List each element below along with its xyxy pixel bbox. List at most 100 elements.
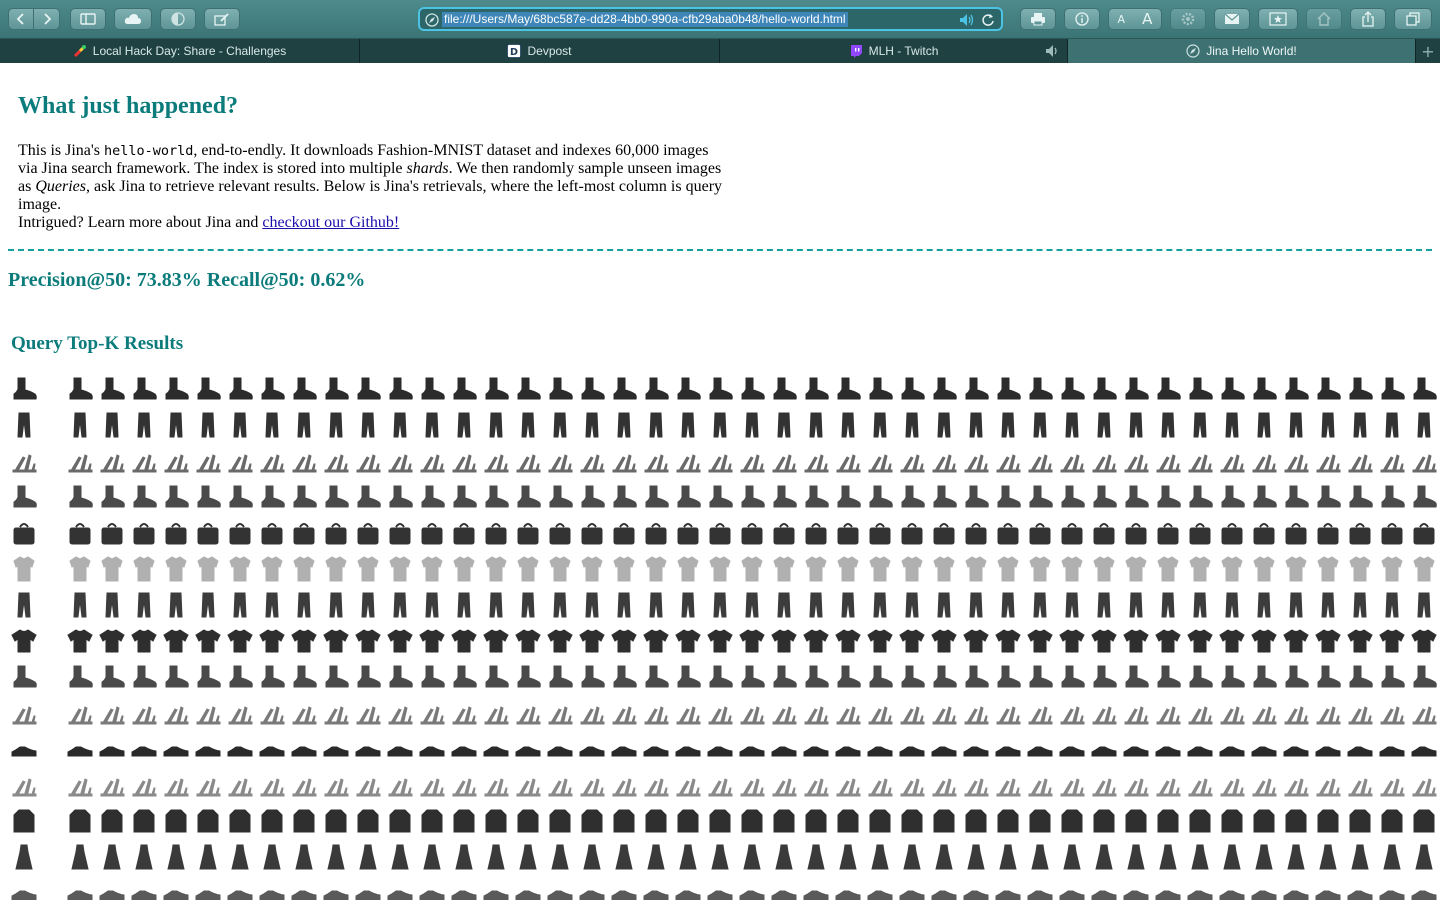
result-image [581,809,603,833]
result-image [1123,746,1149,757]
result-image [1353,592,1367,618]
url-text[interactable]: file:///Users/May/68bc587e-dd28-4bb0-990… [442,12,848,27]
result-image [551,844,569,870]
result-image [935,844,953,870]
mail-button[interactable] [1214,8,1250,30]
result-image [1001,412,1015,438]
result-image [580,706,605,725]
font-larger-label[interactable]: A [1142,10,1152,28]
result-image [645,556,667,582]
tab-local-hack-day[interactable]: Local Hack Day: Share - Challenges [0,39,360,63]
result-image [581,556,603,582]
speaker-icon[interactable] [959,13,975,27]
result-image [165,485,189,508]
result-image [1059,746,1085,757]
share-button[interactable] [1350,8,1386,30]
result-image [996,454,1021,473]
result-image [1284,454,1309,473]
result-image [997,377,1021,400]
result-image [1380,454,1405,473]
result-image [677,809,699,833]
result-image [1316,454,1341,473]
query-image [13,556,35,582]
address-bar[interactable]: file:///Users/May/68bc587e-dd28-4bb0-990… [418,7,1003,31]
result-image [1315,890,1341,900]
result-image [293,377,317,400]
sidebar-button[interactable] [70,8,106,30]
result-image [869,485,893,508]
bookmarks-button[interactable] [1258,8,1298,30]
result-image [69,665,93,688]
result-image [1252,706,1277,725]
font-smaller-label[interactable]: A [1118,13,1126,26]
icloud-tabs-button[interactable] [114,8,152,30]
tab-jina-hello-world[interactable]: Jina Hello World! [1068,39,1416,63]
result-image [227,890,253,900]
results-row [0,555,1440,585]
compose-button[interactable] [204,8,240,30]
result-image [677,556,699,582]
home-icon [1317,12,1331,26]
result-image [68,706,93,725]
result-image [1315,746,1341,757]
result-image [1347,629,1373,653]
page-info-button[interactable] [1064,8,1100,30]
reload-icon[interactable] [981,13,995,27]
result-image [1285,523,1307,545]
result-image [325,485,349,508]
result-image [451,629,477,653]
query-image [13,523,35,545]
result-image [871,844,889,870]
result-image [329,592,343,618]
result-image [841,592,855,618]
result-image [1124,706,1149,725]
result-image [1189,665,1213,688]
result-image [995,629,1021,653]
tab-devpost[interactable]: D Devpost [360,39,720,63]
font-size-button[interactable]: A A [1108,8,1162,30]
result-image [1411,890,1437,900]
tab-overview-button[interactable] [1394,8,1432,30]
result-image [1061,485,1085,508]
result-image [613,485,637,508]
result-image [1317,665,1341,688]
forward-button[interactable] [34,8,60,30]
result-image [644,454,669,473]
shields-button[interactable] [160,8,196,30]
result-image [260,778,285,797]
results-row [0,627,1440,657]
back-button[interactable] [8,8,34,30]
result-image [73,592,87,618]
result-image [323,890,349,900]
tab-label: Jina Hello World! [1206,44,1297,58]
result-image [1097,412,1111,438]
result-image [997,485,1021,508]
result-image [233,412,247,438]
home-button[interactable] [1306,8,1342,30]
result-image [389,523,411,545]
query-image [11,629,37,653]
extension-button[interactable] [1170,8,1206,30]
result-image [452,706,477,725]
colorful-logo-icon [73,44,87,58]
tabs-icon [1406,12,1420,26]
result-image [1349,485,1373,508]
new-tab-button[interactable]: + [1416,39,1440,63]
query-image [13,377,37,400]
print-button[interactable] [1020,8,1056,30]
result-image [615,844,633,870]
result-image [68,778,93,797]
results-row [0,735,1440,765]
result-image [515,746,541,757]
result-image [773,485,797,508]
speaker-icon[interactable] [1045,44,1061,58]
result-image [997,523,1019,545]
result-image [996,706,1021,725]
github-link[interactable]: checkout our Github! [262,214,399,231]
tab-mlh-twitch[interactable]: MLH - Twitch [720,39,1068,63]
result-image [867,629,893,653]
result-image [1383,844,1401,870]
result-image [293,809,315,833]
result-image [873,592,887,618]
result-image [903,844,921,870]
